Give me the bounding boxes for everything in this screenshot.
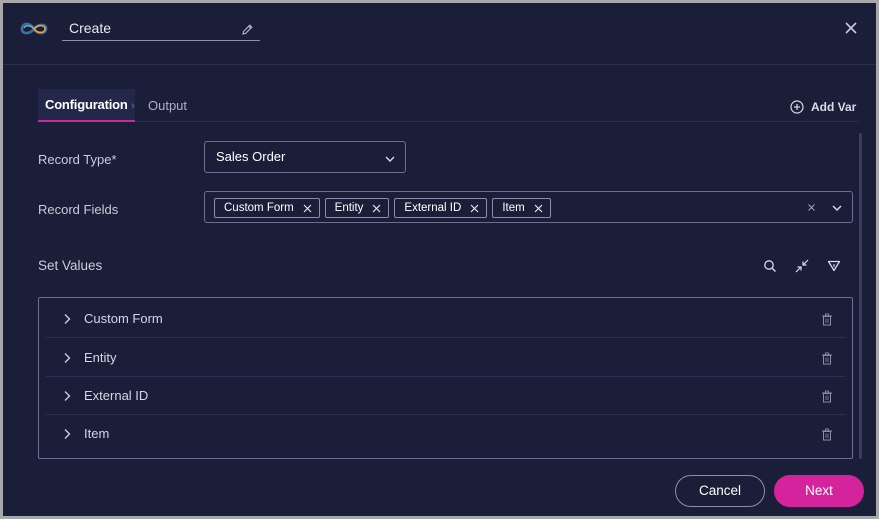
list-item-label: Custom Form <box>84 311 163 326</box>
record-type-label: Record Type* <box>38 152 117 167</box>
add-var-label: Add Var <box>811 100 857 114</box>
next-button[interactable]: Next <box>774 475 864 507</box>
remove-chip-icon[interactable] <box>303 204 312 213</box>
scrollbar[interactable] <box>859 133 862 459</box>
chip-external-id: External ID <box>394 198 488 218</box>
chip-entity: Entity <box>324 198 390 218</box>
trash-icon[interactable] <box>821 313 833 326</box>
list-item[interactable]: Item <box>46 415 845 453</box>
tab-output[interactable]: Output <box>148 98 187 113</box>
clear-all-icon[interactable] <box>807 203 816 212</box>
list-item-label: External ID <box>84 388 149 403</box>
chevron-right-icon[interactable] <box>62 313 72 325</box>
infinity-logo-icon <box>20 22 48 35</box>
remove-chip-icon[interactable] <box>534 204 543 213</box>
create-dialog: Create Configuration › Output Add Var Re… <box>3 3 876 516</box>
tab-configuration[interactable]: Configuration <box>38 89 135 122</box>
chip-label: Item <box>502 202 525 214</box>
list-item[interactable]: Custom Form <box>46 300 845 338</box>
list-item[interactable]: External ID <box>46 377 845 415</box>
close-icon[interactable] <box>843 20 859 36</box>
record-fields-chips: Custom Form Entity External ID Item <box>214 198 551 218</box>
remove-chip-icon[interactable] <box>470 204 479 213</box>
chevron-right-icon[interactable] <box>62 428 72 440</box>
chevron-right-icon[interactable] <box>62 390 72 402</box>
chevron-down-icon <box>385 156 395 162</box>
search-icon[interactable] <box>763 259 777 273</box>
list-item-label: Entity <box>84 350 117 365</box>
list-item[interactable]: Entity <box>46 339 845 377</box>
chevron-down-icon[interactable] <box>831 202 843 214</box>
list-item-label: Item <box>84 426 110 441</box>
chip-item: Item <box>492 198 551 218</box>
plus-circle-icon <box>790 100 804 114</box>
add-var-button[interactable]: Add Var <box>790 99 856 115</box>
record-type-select[interactable]: Sales Order <box>204 141 406 173</box>
cancel-button[interactable]: Cancel <box>675 475 765 507</box>
title-field[interactable]: Create <box>62 17 260 41</box>
title-value[interactable]: Create <box>69 20 111 36</box>
trash-icon[interactable] <box>821 352 833 365</box>
remove-chip-icon[interactable] <box>372 204 381 213</box>
chip-label: External ID <box>404 202 462 214</box>
record-fields-multiselect[interactable]: Custom Form Entity External ID Item <box>204 191 853 223</box>
collapse-icon[interactable] <box>795 259 809 273</box>
trash-icon[interactable] <box>821 390 833 403</box>
chevron-right-icon[interactable] <box>62 352 72 364</box>
tab-separator: › <box>131 100 135 112</box>
set-values-title: Set Values <box>38 258 103 273</box>
chip-custom-form: Custom Form <box>214 198 320 218</box>
record-fields-label: Record Fields <box>38 202 119 217</box>
dialog-header: Create <box>3 3 876 65</box>
filter-icon[interactable] <box>827 259 841 273</box>
trash-icon[interactable] <box>821 428 833 441</box>
pencil-icon[interactable] <box>241 23 254 36</box>
tab-configuration-label: Configuration <box>45 97 128 112</box>
chip-label: Custom Form <box>224 202 294 214</box>
chip-label: Entity <box>334 202 364 214</box>
record-type-value: Sales Order <box>216 149 286 164</box>
set-values-list: Custom Form Entity External ID Item <box>38 297 853 459</box>
tab-bar: Configuration › Output Add Var <box>38 89 858 122</box>
